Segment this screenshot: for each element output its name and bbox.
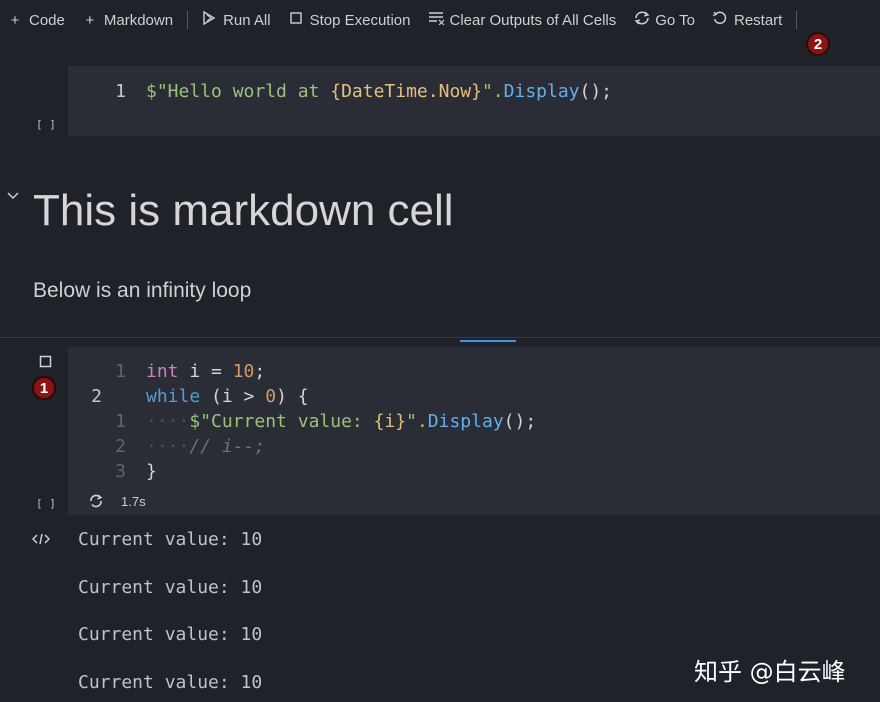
method-token: Display <box>503 81 580 102</box>
go-to-button[interactable]: Go To <box>633 10 695 30</box>
output-code-icon[interactable] <box>31 532 51 551</box>
line-number: 2 <box>91 386 102 407</box>
execution-count: [ ] <box>36 118 56 131</box>
clear-outputs-label: Clear Outputs of All Cells <box>449 11 617 29</box>
plus-icon: + <box>10 11 20 29</box>
stop-execution-button[interactable]: Stop Execution <box>288 11 411 29</box>
comment-token: // i--; <box>189 436 266 457</box>
execution-duration: 1.7s <box>121 494 146 509</box>
stop-cell-icon[interactable] <box>39 355 52 373</box>
punct-token: ) { <box>276 386 309 407</box>
method-token: Display <box>427 411 504 432</box>
line-number: 3 <box>115 461 126 482</box>
output-line: Current value: 10 <box>78 529 263 550</box>
add-markdown-label: Markdown <box>103 11 174 29</box>
toolbar-separator <box>796 11 798 29</box>
line-number: 1 <box>115 411 126 432</box>
stop-execution-label: Stop Execution <box>309 11 411 29</box>
punct-token: (); <box>503 411 537 432</box>
cell-divider <box>0 337 880 338</box>
string-token: $"Hello world at <box>146 81 331 102</box>
run-all-button[interactable]: Run All <box>201 10 271 30</box>
insert-cell-indicator[interactable] <box>460 340 516 342</box>
line-number: 2 <box>115 436 126 457</box>
execution-count: [ ] <box>36 497 56 510</box>
output-line: Current value: 10 <box>78 624 263 645</box>
code-cell-2-editor[interactable]: 1 2 1 2 3 int i = 10; while (i > 0) { ··… <box>68 347 880 515</box>
add-code-label: Code <box>29 11 65 29</box>
punct-token: ; <box>254 361 266 382</box>
ident-token: i = <box>178 361 233 382</box>
punct-token: (); <box>579 81 613 102</box>
stop-icon <box>288 11 304 29</box>
code-line: ····$"Current value: {i}".Display(); <box>146 411 537 432</box>
interpolation-token: {i} <box>373 411 407 432</box>
restart-icon <box>712 10 728 30</box>
watermark: 知乎 @白云峰 <box>694 658 846 686</box>
clear-outputs-button[interactable]: Clear Outputs of All Cells <box>428 11 617 29</box>
markdown-paragraph: Below is an infinity loop <box>33 279 252 302</box>
code-line: int i = 10; <box>146 361 265 382</box>
interpolation-token: {DateTime.Now} <box>330 81 482 102</box>
run-all-label: Run All <box>223 11 271 29</box>
code-cell-1-editor[interactable]: 1 $"Hello world at {DateTime.Now}".Displ… <box>68 66 880 136</box>
code-line: while (i > 0) { <box>146 386 309 407</box>
go-to-icon <box>633 10 650 30</box>
annotation-badge-1: 1 <box>32 376 56 400</box>
keyword-token: while <box>146 386 201 407</box>
string-token: ". <box>481 81 504 102</box>
line-number: 1 <box>115 361 126 382</box>
number-token: 0 <box>265 386 277 407</box>
output-line: Current value: 10 <box>78 577 263 598</box>
string-token: ". <box>406 411 428 432</box>
restart-label: Restart <box>734 11 783 29</box>
add-markdown-button[interactable]: + Markdown <box>82 12 173 29</box>
collapse-chevron-icon[interactable] <box>6 188 20 207</box>
output-line: Current value: 10 <box>78 672 263 693</box>
code-line: } <box>146 461 157 482</box>
restart-button[interactable]: Restart <box>712 10 782 30</box>
string-token: $"Current value: <box>189 411 374 432</box>
code-line: ····// i--; <box>146 436 266 457</box>
go-to-label: Go To <box>655 11 695 29</box>
toolbar-separator <box>187 11 189 29</box>
run-all-icon <box>201 10 217 30</box>
code-line: $"Hello world at {DateTime.Now}".Display… <box>146 81 612 102</box>
ident-token: (i > <box>200 386 266 407</box>
keyword-token: int <box>146 361 179 382</box>
number-token: 10 <box>232 361 255 382</box>
notebook-toolbar: + Code + Markdown Run All Stop Execution… <box>0 0 880 40</box>
annotation-badge-2: 2 <box>806 32 830 56</box>
markdown-heading: This is markdown cell <box>33 186 454 235</box>
punct-token: } <box>146 461 157 482</box>
plus-icon: + <box>85 11 95 29</box>
add-code-button[interactable]: + Code <box>7 12 65 29</box>
line-number: 1 <box>115 81 126 102</box>
executing-spinner-icon <box>88 493 104 514</box>
clear-all-icon <box>428 11 444 29</box>
